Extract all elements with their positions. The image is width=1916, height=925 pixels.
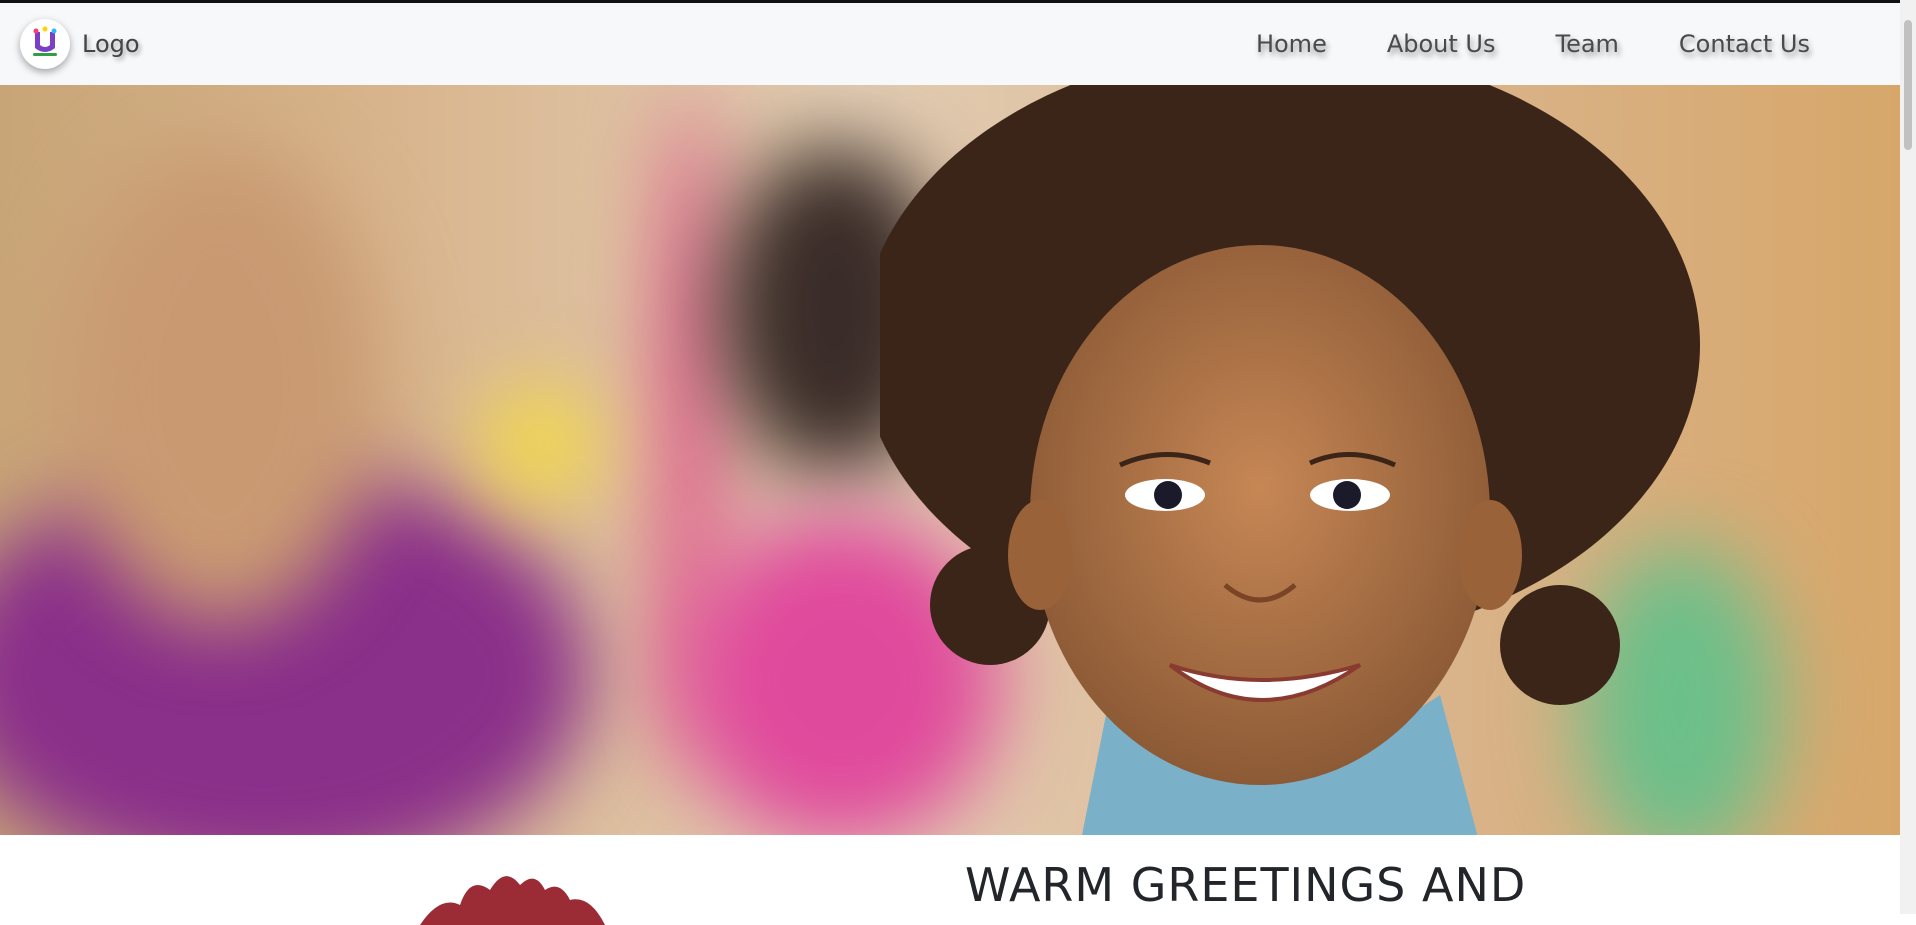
scrollbar-thumb[interactable] [1904,20,1912,150]
logo-icon[interactable] [20,19,70,69]
hero-image [0,85,1900,835]
decorative-graphic [420,876,605,925]
section-heading: WARM GREETINGS AND [965,858,1527,912]
nav-home[interactable]: Home [1256,30,1327,58]
nav-contact-us[interactable]: Contact Us [1679,30,1810,58]
top-navbar: Logo Home About Us Team Contact Us [0,0,1900,85]
child-portrait [880,85,1700,835]
nav-links: Home About Us Team Contact Us [1196,30,1810,58]
scrollbar[interactable] [1900,0,1916,914]
brand-label[interactable]: Logo [82,30,140,58]
nav-about-us[interactable]: About Us [1387,30,1496,58]
brand[interactable]: Logo [20,19,140,69]
content-section [0,835,1900,914]
nav-team[interactable]: Team [1555,30,1618,58]
